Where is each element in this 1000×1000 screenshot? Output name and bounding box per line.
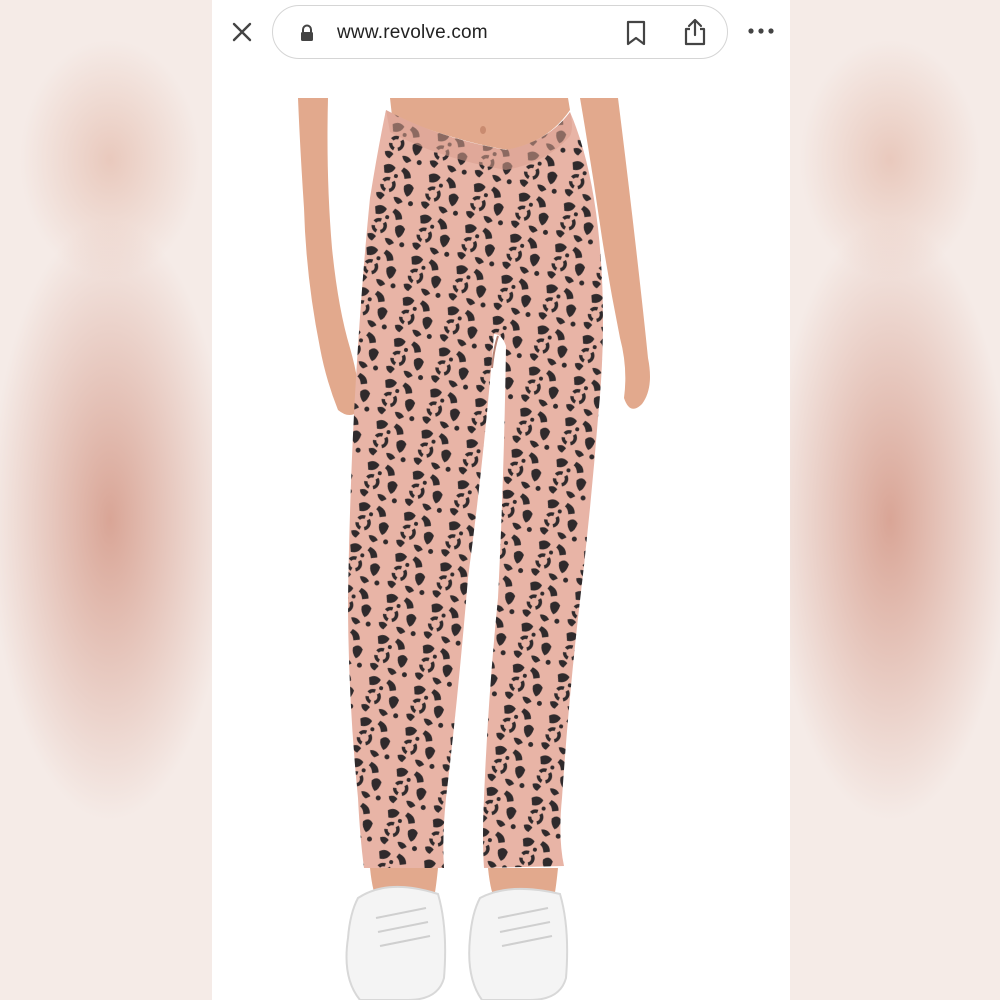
more-horizontal-icon[interactable] xyxy=(744,20,778,42)
close-button[interactable] xyxy=(228,18,256,46)
leopard-print-leggings-photo xyxy=(298,98,650,1000)
url-text: www.revolve.com xyxy=(337,22,488,43)
browser-screen: www.revolve.com xyxy=(212,0,790,1000)
bookmark-icon[interactable] xyxy=(623,19,649,47)
address-bar[interactable]: www.revolve.com xyxy=(272,5,728,59)
browser-toolbar: www.revolve.com xyxy=(212,0,790,62)
lock-icon xyxy=(301,24,313,41)
share-icon[interactable] xyxy=(681,17,709,47)
close-icon xyxy=(232,22,252,42)
